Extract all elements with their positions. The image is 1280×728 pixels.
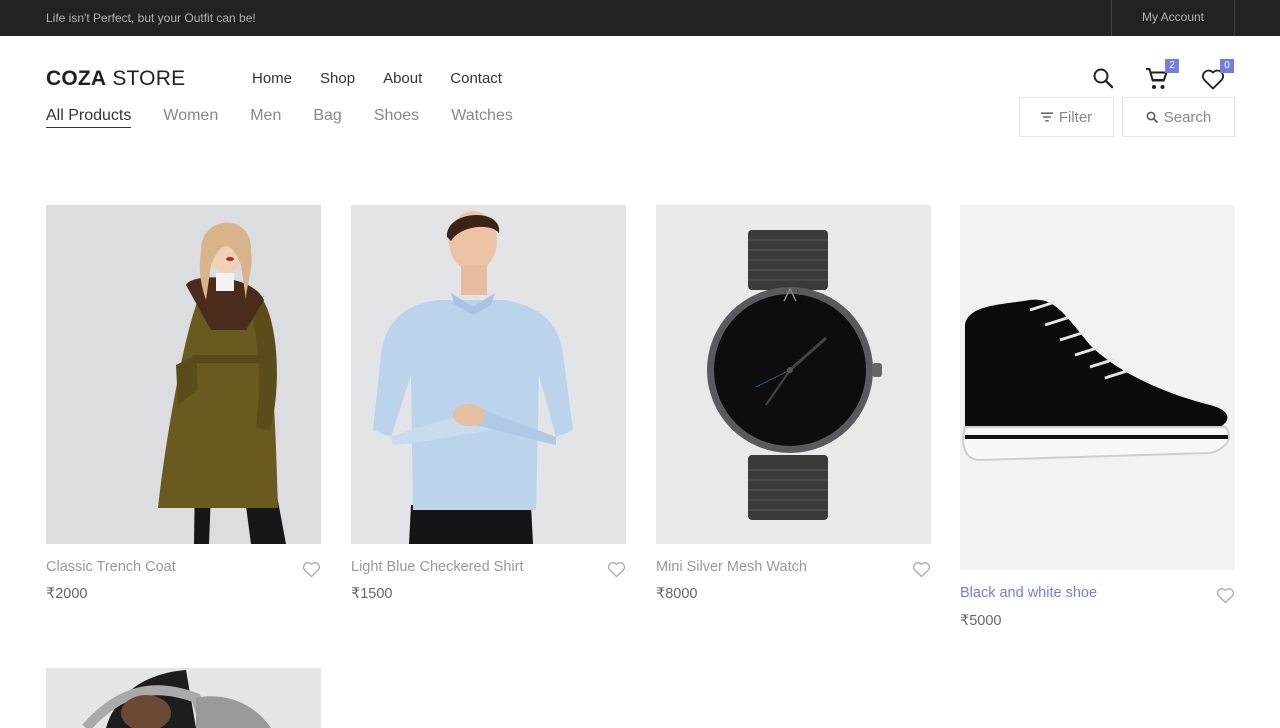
filter-button[interactable]: Filter	[1019, 97, 1114, 137]
search-icon[interactable]	[1092, 67, 1114, 94]
product-price: ₹2000	[46, 586, 88, 602]
wishlist-count-badge: 0	[1220, 59, 1234, 73]
my-account-link[interactable]: My Account	[1111, 0, 1235, 36]
product-price: ₹8000	[656, 586, 698, 602]
product-card[interactable]: Light Blue Checkered Shirt ₹1500	[351, 205, 626, 605]
product-name[interactable]: Classic Trench Coat	[46, 559, 176, 575]
cart-count-badge: 2	[1165, 59, 1179, 73]
product-name[interactable]: Mini Silver Mesh Watch	[656, 559, 807, 575]
nav-contact[interactable]: Contact	[450, 70, 502, 87]
main-nav: Home Shop About Contact	[252, 70, 502, 87]
category-watches[interactable]: Watches	[451, 107, 513, 128]
product-card[interactable]: Classic Trench Coat ₹2000	[46, 205, 321, 605]
search-label: Search	[1163, 108, 1212, 126]
category-men[interactable]: Men	[250, 107, 281, 128]
search-icon	[1146, 111, 1158, 123]
search-button[interactable]: Search	[1122, 97, 1235, 137]
nav-about[interactable]: About	[383, 70, 422, 87]
product-card[interactable]	[46, 668, 321, 728]
nav-home[interactable]: Home	[252, 70, 292, 87]
product-price: ₹5000	[960, 613, 1002, 629]
heart-icon[interactable]	[607, 561, 626, 583]
nav-shop[interactable]: Shop	[320, 70, 355, 87]
filter-icon	[1040, 112, 1053, 122]
category-shoes[interactable]: Shoes	[374, 107, 419, 128]
category-filter: All Products Women Men Bag Shoes Watches	[46, 107, 513, 128]
product-card[interactable]: Mini Silver Mesh Watch ₹8000	[656, 205, 931, 605]
product-image[interactable]	[46, 668, 321, 728]
product-name[interactable]: Black and white shoe	[960, 585, 1097, 601]
top-bar: Life isn't Perfect, but your Outfit can …	[0, 0, 1280, 36]
product-image[interactable]	[46, 205, 321, 544]
product-image[interactable]	[351, 205, 626, 544]
product-price: ₹1500	[351, 586, 393, 602]
filter-label: Filter	[1058, 108, 1093, 126]
category-bag[interactable]: Bag	[313, 107, 341, 128]
heart-icon[interactable]	[1216, 587, 1235, 609]
heart-icon[interactable]	[302, 561, 321, 583]
product-name[interactable]: Light Blue Checkered Shirt	[351, 559, 524, 575]
heart-icon[interactable]	[912, 561, 931, 583]
product-card[interactable]: Black and white shoe ₹5000	[960, 205, 1235, 635]
logo[interactable]: COZA STORE	[46, 67, 185, 91]
category-all-products[interactable]: All Products	[46, 107, 132, 128]
category-women[interactable]: Women	[163, 107, 218, 128]
product-image[interactable]	[960, 205, 1235, 570]
product-image[interactable]	[656, 205, 931, 544]
promo-text: Life isn't Perfect, but your Outfit can …	[46, 11, 256, 25]
